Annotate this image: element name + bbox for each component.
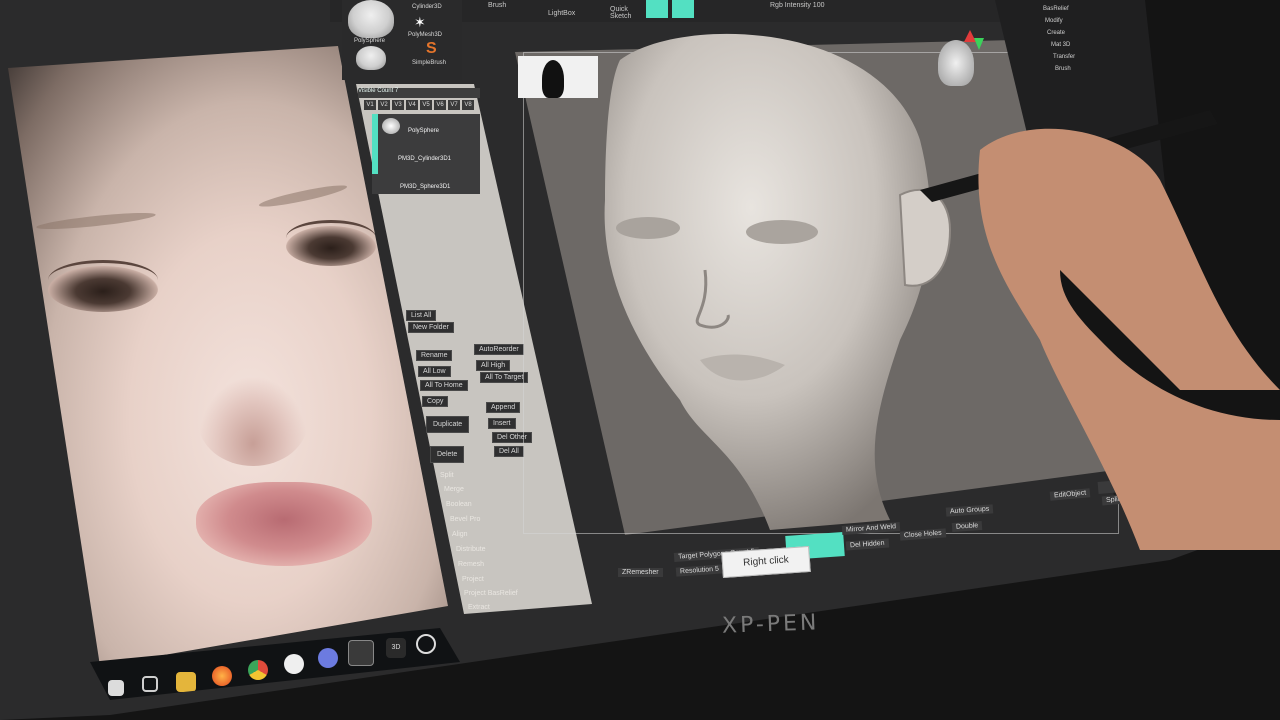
tab-v8[interactable]: V8 bbox=[462, 100, 474, 110]
brush-label[interactable]: Brush bbox=[488, 2, 506, 9]
tab-v4[interactable]: V4 bbox=[406, 100, 418, 110]
3d-app-icon[interactable]: 3D bbox=[386, 638, 406, 658]
left-eyelid bbox=[48, 260, 158, 300]
navigation-head[interactable] bbox=[938, 40, 974, 86]
move-mode-button[interactable] bbox=[672, 0, 694, 18]
zbrush-icon[interactable] bbox=[348, 640, 374, 666]
transfer-label[interactable]: Transfer bbox=[1053, 54, 1075, 60]
append-button[interactable]: Append bbox=[486, 402, 521, 413]
left-eye-socket bbox=[616, 217, 680, 239]
discord-icon[interactable] bbox=[318, 648, 338, 668]
right-brow bbox=[257, 181, 349, 211]
nose bbox=[198, 376, 308, 466]
modify-label[interactable]: Modify bbox=[1045, 18, 1063, 24]
subtool-thumb bbox=[382, 118, 400, 134]
insert-button[interactable]: Insert bbox=[488, 418, 516, 429]
draw-mode-button[interactable] bbox=[646, 0, 668, 18]
brush-label[interactable]: Brush bbox=[1055, 66, 1071, 72]
pen-app-icon[interactable] bbox=[416, 634, 436, 654]
tab-v3[interactable]: V3 bbox=[392, 100, 404, 110]
polysphere-thumbnail[interactable] bbox=[348, 0, 394, 38]
basrelief-label[interactable]: BasRelief bbox=[1043, 6, 1069, 12]
list-item[interactable]: PM3D_Cylinder3D1 bbox=[398, 156, 451, 162]
align-menu[interactable]: Align bbox=[452, 531, 468, 538]
lips bbox=[196, 482, 372, 566]
tool-item[interactable]: SimpleBrush bbox=[412, 60, 446, 66]
chrome-icon[interactable] bbox=[248, 660, 268, 680]
remesh-menu[interactable]: Remesh bbox=[458, 561, 484, 568]
tool-item[interactable]: Cylinder3D bbox=[412, 4, 442, 10]
simplebrush-icon: S bbox=[426, 40, 437, 57]
del-all-button[interactable]: Del All bbox=[494, 446, 524, 457]
project-menu[interactable]: Project bbox=[462, 576, 484, 583]
all-low-button[interactable]: All Low bbox=[418, 366, 451, 377]
split-menu[interactable]: Split bbox=[440, 472, 454, 479]
subtool-list: PolySphere PM3D_Cylinder3D1 PM3D_Sphere3… bbox=[372, 114, 480, 194]
tool-palette: Cylinder3D ✶ PolyMesh3D S SimpleBrush Po… bbox=[342, 0, 462, 80]
hand-with-stylus bbox=[920, 110, 1280, 550]
photo-scene: Brush LightBox Quick Sketch Rgb Intensit… bbox=[0, 0, 1280, 720]
tab-v7[interactable]: V7 bbox=[448, 100, 460, 110]
distribute-menu[interactable]: Distribute bbox=[456, 546, 486, 553]
all-to-home-button[interactable]: All To Home bbox=[420, 380, 468, 391]
tab-v1[interactable]: V1 bbox=[364, 100, 376, 110]
bevel-pro-menu[interactable]: Bevel Pro bbox=[450, 516, 480, 523]
list-all-button[interactable]: List All bbox=[406, 310, 437, 321]
tab-v5[interactable]: V5 bbox=[420, 100, 432, 110]
windows-start-icon[interactable] bbox=[108, 680, 124, 696]
zremesher-button[interactable]: ZRemesher bbox=[618, 568, 663, 577]
delete-button[interactable]: Delete bbox=[430, 446, 465, 463]
all-high-button[interactable]: All High bbox=[476, 360, 511, 371]
right-eye-socket bbox=[746, 220, 818, 244]
extract-menu[interactable]: Extract bbox=[468, 604, 490, 611]
scroll-indicator[interactable] bbox=[372, 114, 378, 174]
right-eyelid bbox=[286, 220, 376, 256]
task-view-icon[interactable] bbox=[142, 676, 158, 692]
auto-reorder-button[interactable]: AutoReorder bbox=[474, 344, 524, 355]
tool-item[interactable]: PolySphere bbox=[354, 38, 385, 44]
polysphere-small-thumbnail[interactable] bbox=[356, 46, 386, 70]
tab-v2[interactable]: V2 bbox=[378, 100, 390, 110]
rename-button[interactable]: Rename bbox=[416, 350, 453, 361]
duplicate-button[interactable]: Duplicate bbox=[426, 416, 470, 433]
quick-sketch-button[interactable]: Quick Sketch bbox=[610, 6, 650, 20]
axis-y-icon bbox=[974, 38, 984, 50]
mat3d-label[interactable]: Mat 3D bbox=[1051, 42, 1070, 48]
list-item[interactable]: PolySphere bbox=[408, 128, 439, 134]
boolean-menu[interactable]: Boolean bbox=[446, 501, 472, 508]
lightbox-button[interactable]: LightBox bbox=[548, 10, 575, 17]
copy-button[interactable]: Copy bbox=[422, 396, 449, 407]
firefox-icon[interactable] bbox=[212, 666, 232, 686]
app-icon[interactable] bbox=[284, 654, 304, 674]
visible-count-label: Visible Count 7 bbox=[358, 88, 480, 98]
tool-item[interactable]: PolyMesh3D bbox=[408, 32, 442, 38]
merge-menu[interactable]: Merge bbox=[444, 486, 464, 493]
list-item[interactable]: PM3D_Sphere3D1 bbox=[400, 184, 450, 190]
left-brow bbox=[35, 209, 157, 233]
version-tabs: V1 V2 V3 V4 V5 V6 V7 V8 bbox=[360, 100, 482, 112]
tab-v6[interactable]: V6 bbox=[434, 100, 446, 110]
folder-icon[interactable] bbox=[176, 672, 196, 692]
all-to-target-button[interactable]: All To Target bbox=[480, 372, 529, 383]
project-basrelief-menu[interactable]: Project BasRelief bbox=[464, 590, 518, 597]
create-label[interactable]: Create bbox=[1047, 30, 1065, 36]
new-folder-button[interactable]: New Folder bbox=[408, 322, 454, 333]
brand-logo: XP-PEN bbox=[721, 610, 820, 639]
rgb-intensity-slider[interactable]: Rgb Intensity 100 bbox=[770, 2, 824, 9]
star-icon: ✶ bbox=[414, 14, 426, 30]
